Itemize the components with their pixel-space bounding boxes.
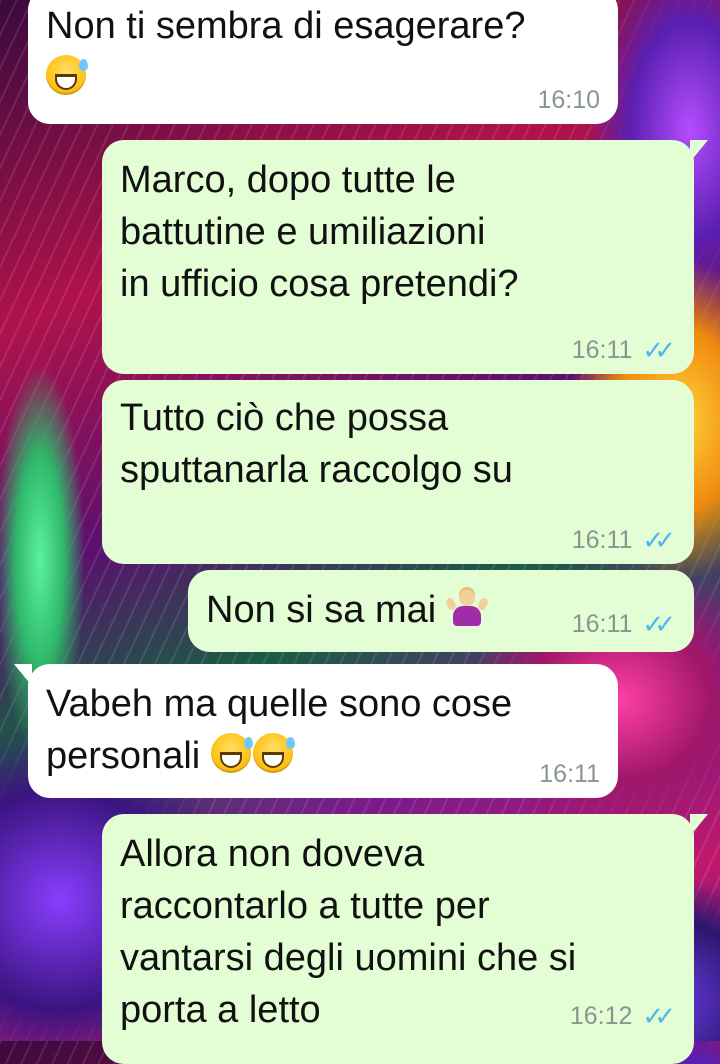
message-text: Tutto ciò che possa sputtanarla raccolgo… (120, 397, 513, 491)
message-bubble-outgoing[interactable]: Marco, dopo tutte le battutine e umiliaz… (102, 140, 708, 374)
grinning-face-with-sweat-icon (210, 733, 253, 773)
message-timestamp: 16:11 (571, 336, 633, 364)
message-text: Marco, dopo tutte le battutine e umiliaz… (120, 159, 519, 305)
message-timestamp: 16:10 (537, 86, 600, 114)
grinning-face-with-sweat-icon (46, 55, 88, 95)
message-bubble-incoming[interactable]: Vabeh ma quelle sono cose personali 16:1… (14, 664, 618, 798)
chat-screen: { "messages": [ { "direction": "incoming… (0, 0, 720, 1064)
message-timestamp: 16:12 (569, 1002, 633, 1030)
grinning-face-with-sweat-icon (252, 733, 295, 773)
double-check-read-icon: ✓✓ (642, 525, 675, 555)
person-shrugging-icon (444, 588, 489, 628)
double-check-read-icon: ✓✓ (642, 335, 675, 365)
double-check-read-icon: ✓✓ (642, 1001, 675, 1031)
message-text: Non ti sembra di esagerare? (46, 5, 526, 47)
message-text: Non si sa mai (206, 589, 437, 631)
double-check-read-icon: ✓✓ (642, 609, 675, 639)
message-bubble-outgoing[interactable]: Tutto ciò che possa sputtanarla raccolgo… (102, 380, 694, 564)
message-timestamp: 16:11 (539, 760, 600, 788)
message-bubble-outgoing[interactable]: Non si sa mai 16:11 ✓✓ (188, 570, 694, 652)
message-bubble-outgoing[interactable]: Allora non doveva raccontarlo a tutte pe… (102, 814, 708, 1064)
message-bubble-incoming[interactable]: Non ti sembra di esagerare? 16:10 (28, 0, 618, 124)
message-timestamp: 16:11 (571, 526, 633, 554)
message-timestamp: 16:11 (571, 610, 633, 638)
